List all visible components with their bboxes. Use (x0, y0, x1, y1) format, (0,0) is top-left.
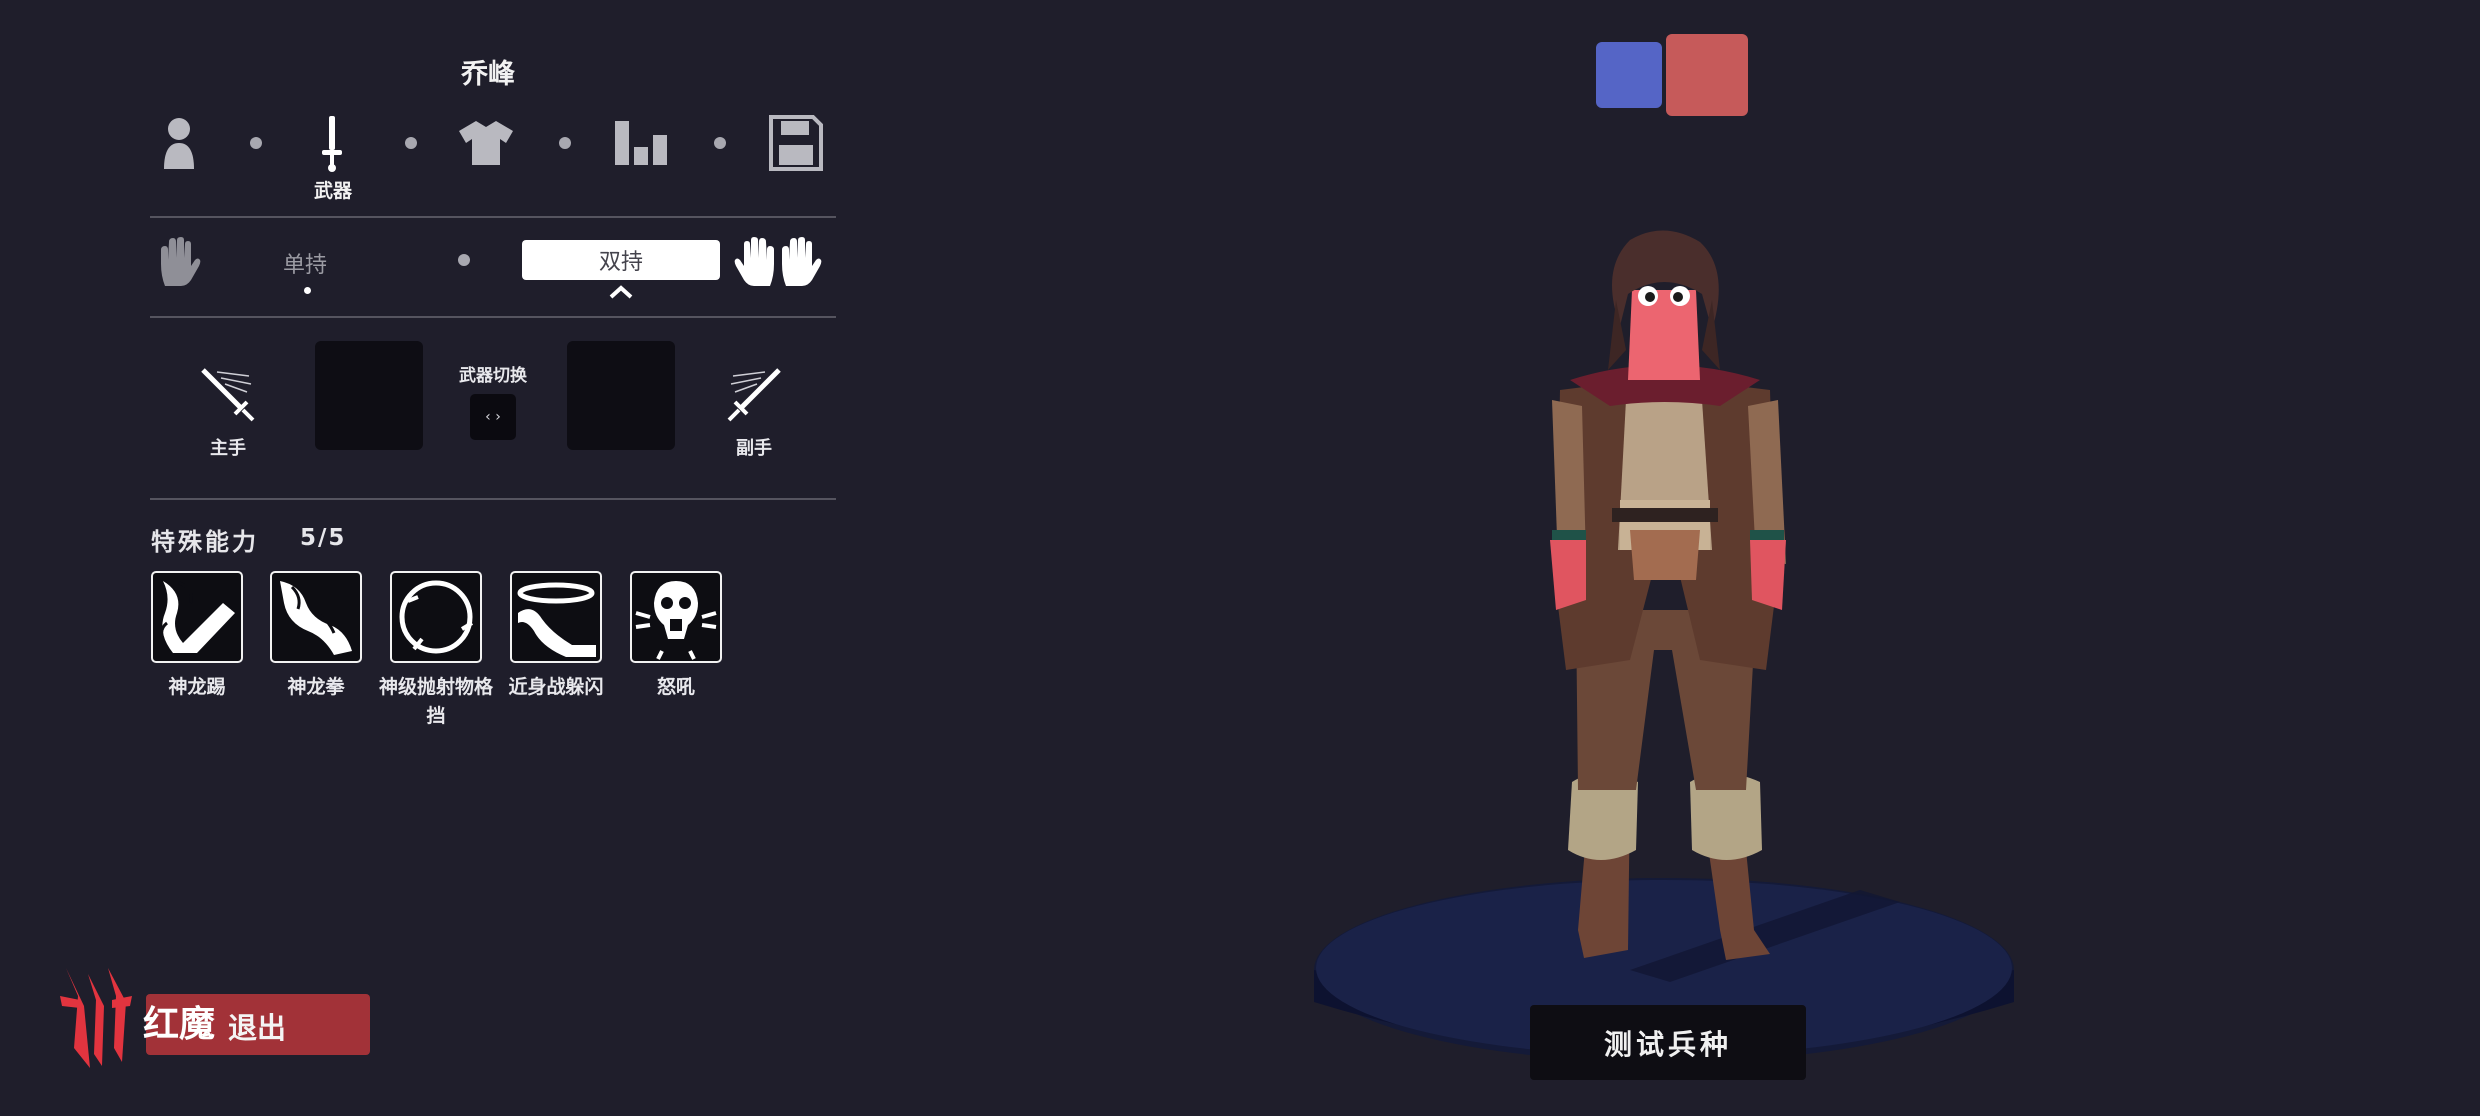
nav-step-save[interactable] (761, 108, 831, 178)
main-hand-sword-icon (201, 368, 255, 422)
nav-separator-dot (405, 137, 417, 149)
melee-dodge-icon (517, 582, 596, 657)
ability-roar-label: 怒吼 (656, 676, 695, 698)
nav-separator-dot (559, 137, 571, 149)
sword-icon (322, 116, 342, 172)
nav-step-clothing[interactable] (451, 108, 521, 178)
ability-melee-dodge-label: 近身战躲闪 (508, 676, 604, 698)
shirt-icon (459, 121, 513, 165)
one-hand-icon (161, 237, 201, 286)
ability-dragon-kick[interactable] (151, 571, 243, 663)
ability-projectile-block[interactable] (390, 571, 482, 663)
nav-separator-dot (250, 137, 262, 149)
main-hand-weapon-slot[interactable] (315, 341, 423, 450)
nav-step-weapon[interactable] (297, 108, 367, 178)
save-floppy-icon (769, 115, 823, 171)
stats-bars-icon (615, 121, 667, 165)
ability-projectile-block-label: 神级抛射物格挡 (378, 676, 493, 727)
ability-roar[interactable] (630, 571, 722, 663)
dragon-punch-icon (280, 581, 352, 655)
grip-two-handed-option[interactable]: 双持 (522, 240, 720, 280)
chevron-up-icon (609, 285, 633, 299)
nav-separator-dot (714, 137, 726, 149)
dragon-kick-icon (160, 581, 235, 653)
divider (150, 216, 836, 218)
ability-dragon-punch[interactable] (270, 571, 362, 663)
unit-preview-character (1314, 230, 2014, 1062)
nav-step-weapon-label: 武器 (313, 180, 352, 202)
one-handed-indicator-dot (304, 287, 311, 294)
divider (150, 498, 836, 500)
team-red-button[interactable] (1666, 34, 1748, 116)
red-magic-logo-icon (60, 968, 132, 1068)
divider (150, 316, 836, 318)
off-hand-weapon-slot[interactable] (567, 341, 675, 450)
off-hand-sword-icon (727, 368, 781, 422)
ability-melee-dodge[interactable] (510, 571, 602, 663)
off-hand-label: 副手 (736, 438, 772, 459)
ability-dragon-kick-label: 神龙踢 (168, 676, 226, 698)
test-unit-button[interactable]: 测试兵种 (1530, 1005, 1806, 1080)
unit-person-icon (164, 118, 194, 169)
grip-separator-dot (458, 254, 470, 266)
projectile-block-icon (399, 580, 474, 654)
weapon-switch-button[interactable]: ‹ › (470, 394, 516, 440)
special-abilities-count: 5/5 (300, 525, 347, 551)
ability-dragon-punch-label: 神龙拳 (287, 676, 345, 698)
special-abilities-title: 特殊能力 (151, 528, 259, 556)
roar-icon (635, 581, 717, 660)
nav-step-unit[interactable] (144, 108, 214, 178)
grip-one-handed-option[interactable]: 单持 (283, 247, 327, 279)
two-hands-icon (734, 237, 822, 286)
nav-step-stats[interactable] (606, 108, 676, 178)
main-hand-label: 主手 (210, 438, 246, 459)
unit-name-title: 乔峰 (461, 59, 515, 90)
brand-name: 红魔 (143, 1004, 216, 1045)
weapon-switch-label: 武器切换 (459, 366, 527, 386)
exit-button-label[interactable]: 退出 (228, 1005, 286, 1047)
team-blue-button[interactable] (1596, 42, 1662, 108)
